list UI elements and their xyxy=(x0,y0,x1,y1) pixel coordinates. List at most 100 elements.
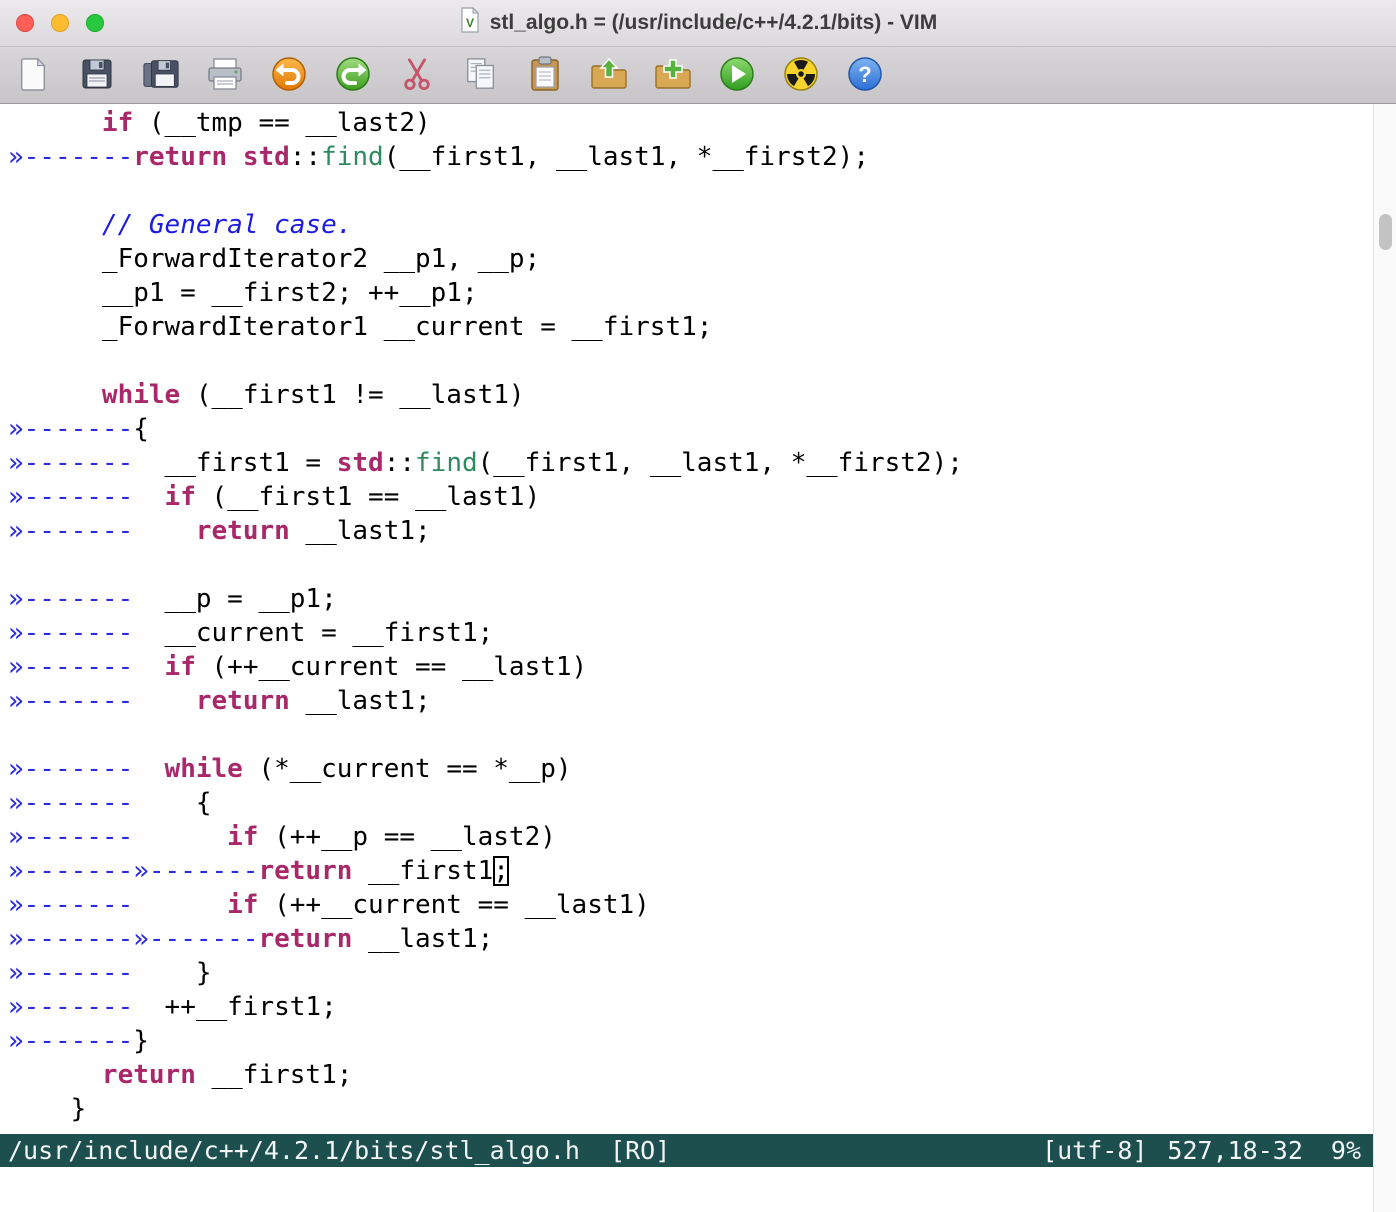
code-segment: { xyxy=(133,788,211,818)
help-button[interactable]: ? xyxy=(844,52,886,98)
save-session-button[interactable] xyxy=(652,52,694,98)
tab-fill-char: »------- xyxy=(8,414,133,444)
code-segment: :: xyxy=(290,142,321,172)
code-line: if (__tmp == __last2) xyxy=(8,106,1373,140)
code-line: »------- } xyxy=(8,956,1373,990)
scrollbar[interactable] xyxy=(1373,104,1396,1212)
code-segment xyxy=(227,142,243,172)
print-icon xyxy=(206,56,244,95)
tab-fill-char: »------- xyxy=(8,856,133,886)
code-segment: if xyxy=(165,652,196,682)
code-line: »------- if (++__p == __last2) xyxy=(8,820,1373,854)
code-segment xyxy=(133,890,227,920)
tab-fill-char: »------- xyxy=(8,686,133,716)
traffic-lights xyxy=(16,14,104,32)
run-script-button[interactable] xyxy=(716,52,758,98)
code-segment: __last1; xyxy=(352,924,493,954)
code-segment: (++__current == __last1) xyxy=(196,652,587,682)
code-segment: } xyxy=(133,958,211,988)
load-session-icon xyxy=(589,56,629,95)
vim-window: V stl_algo.h = (/usr/include/c++/4.2.1/b… xyxy=(0,0,1396,1212)
redo-button[interactable] xyxy=(332,52,374,98)
tab-fill-char: »------- xyxy=(8,516,133,546)
code-line: »-------»-------return __last1; xyxy=(8,922,1373,956)
code-line: »------- { xyxy=(8,786,1373,820)
close-button[interactable] xyxy=(16,14,34,32)
status-file-path: /usr/include/c++/4.2.1/bits/stl_algo.h [… xyxy=(8,1134,1042,1167)
minimize-button[interactable] xyxy=(51,14,69,32)
tab-fill-char: »------- xyxy=(8,890,133,920)
code-segment xyxy=(8,1060,102,1090)
run-script-icon xyxy=(718,55,756,96)
code-line: while (__first1 != __last1) xyxy=(8,378,1373,412)
code-segment: return xyxy=(258,924,352,954)
code-segment: _ForwardIterator1 __current = __first1; xyxy=(8,312,712,342)
code-line: »-------»-------return __first1; xyxy=(8,854,1373,888)
code-line xyxy=(8,344,1373,378)
tab-fill-char: »------- xyxy=(8,482,133,512)
save-session-icon xyxy=(653,56,693,95)
code-segment: (++__current == __last1) xyxy=(258,890,649,920)
code-line: »-------} xyxy=(8,1024,1373,1058)
save-all-button[interactable] xyxy=(140,52,182,98)
window-title-text: stl_algo.h = (/usr/include/c++/4.2.1/bit… xyxy=(490,11,938,35)
save-button[interactable] xyxy=(76,52,118,98)
cut-button[interactable] xyxy=(396,52,438,98)
code-line: // General case. xyxy=(8,208,1373,242)
svg-text:?: ? xyxy=(858,62,871,87)
tab-fill-char: »------- xyxy=(133,924,258,954)
code-line: »------- if (++__current == __last1) xyxy=(8,650,1373,684)
tab-fill-char: »------- xyxy=(8,924,133,954)
code-segment: find xyxy=(415,448,478,478)
save-icon xyxy=(79,56,115,95)
code-line xyxy=(8,174,1373,208)
copy-icon xyxy=(464,55,498,96)
main-area: if (__tmp == __last2)»-------return std:… xyxy=(0,104,1396,1212)
code-segment: __p = __p1; xyxy=(133,584,337,614)
redo-icon xyxy=(334,55,372,96)
code-segment: return xyxy=(102,1060,196,1090)
code-segment: (__first1 == __last1) xyxy=(196,482,540,512)
title-bar: V stl_algo.h = (/usr/include/c++/4.2.1/b… xyxy=(0,0,1396,47)
build-tags-button[interactable] xyxy=(780,52,822,98)
code-line: __p1 = __first2; ++__p1; xyxy=(8,276,1373,310)
code-segment: (*__current == *__p) xyxy=(243,754,572,784)
code-segment: if xyxy=(102,108,133,138)
scrollbar-thumb[interactable] xyxy=(1379,214,1392,250)
code-segment: { xyxy=(133,414,149,444)
code-line: } xyxy=(8,1092,1373,1126)
code-segment: return xyxy=(196,686,290,716)
code-segment: (__first1, __last1, *__first2); xyxy=(384,142,869,172)
code-line: »------- ++__first1; xyxy=(8,990,1373,1024)
cursor: ; xyxy=(493,856,509,886)
print-button[interactable] xyxy=(204,52,246,98)
undo-button[interactable] xyxy=(268,52,310,98)
code-segment: return xyxy=(258,856,352,886)
code-line: _ForwardIterator1 __current = __first1; xyxy=(8,310,1373,344)
document-icon: V xyxy=(459,7,481,39)
code-segment xyxy=(8,380,102,410)
code-line: »------- __p = __p1; xyxy=(8,582,1373,616)
new-file-button[interactable] xyxy=(12,52,54,98)
new-file-icon xyxy=(17,55,49,96)
undo-icon xyxy=(270,55,308,96)
code-segment: _ForwardIterator2 __p1, __p; xyxy=(8,244,540,274)
status-line: /usr/include/c++/4.2.1/bits/stl_algo.h [… xyxy=(0,1134,1373,1167)
svg-text:V: V xyxy=(466,16,474,30)
code-line: »------- __first1 = std::find(__first1, … xyxy=(8,446,1373,480)
code-area[interactable]: if (__tmp == __last2)»-------return std:… xyxy=(0,104,1373,1134)
code-segment: __current = __first1; xyxy=(133,618,493,648)
tab-fill-char: »------- xyxy=(8,958,133,988)
zoom-button[interactable] xyxy=(86,14,104,32)
code-line: »------- if (++__current == __last1) xyxy=(8,888,1373,922)
tab-fill-char: »------- xyxy=(8,652,133,682)
load-session-button[interactable] xyxy=(588,52,630,98)
editor-column: if (__tmp == __last2)»-------return std:… xyxy=(0,104,1373,1212)
status-encoding: [utf-8] xyxy=(1042,1134,1147,1167)
code-segment: (__first1, __last1, *__first2); xyxy=(478,448,963,478)
code-segment xyxy=(133,516,196,546)
copy-button[interactable] xyxy=(460,52,502,98)
code-segment xyxy=(133,652,164,682)
paste-button[interactable] xyxy=(524,52,566,98)
code-segment: (__first1 != __last1) xyxy=(180,380,524,410)
